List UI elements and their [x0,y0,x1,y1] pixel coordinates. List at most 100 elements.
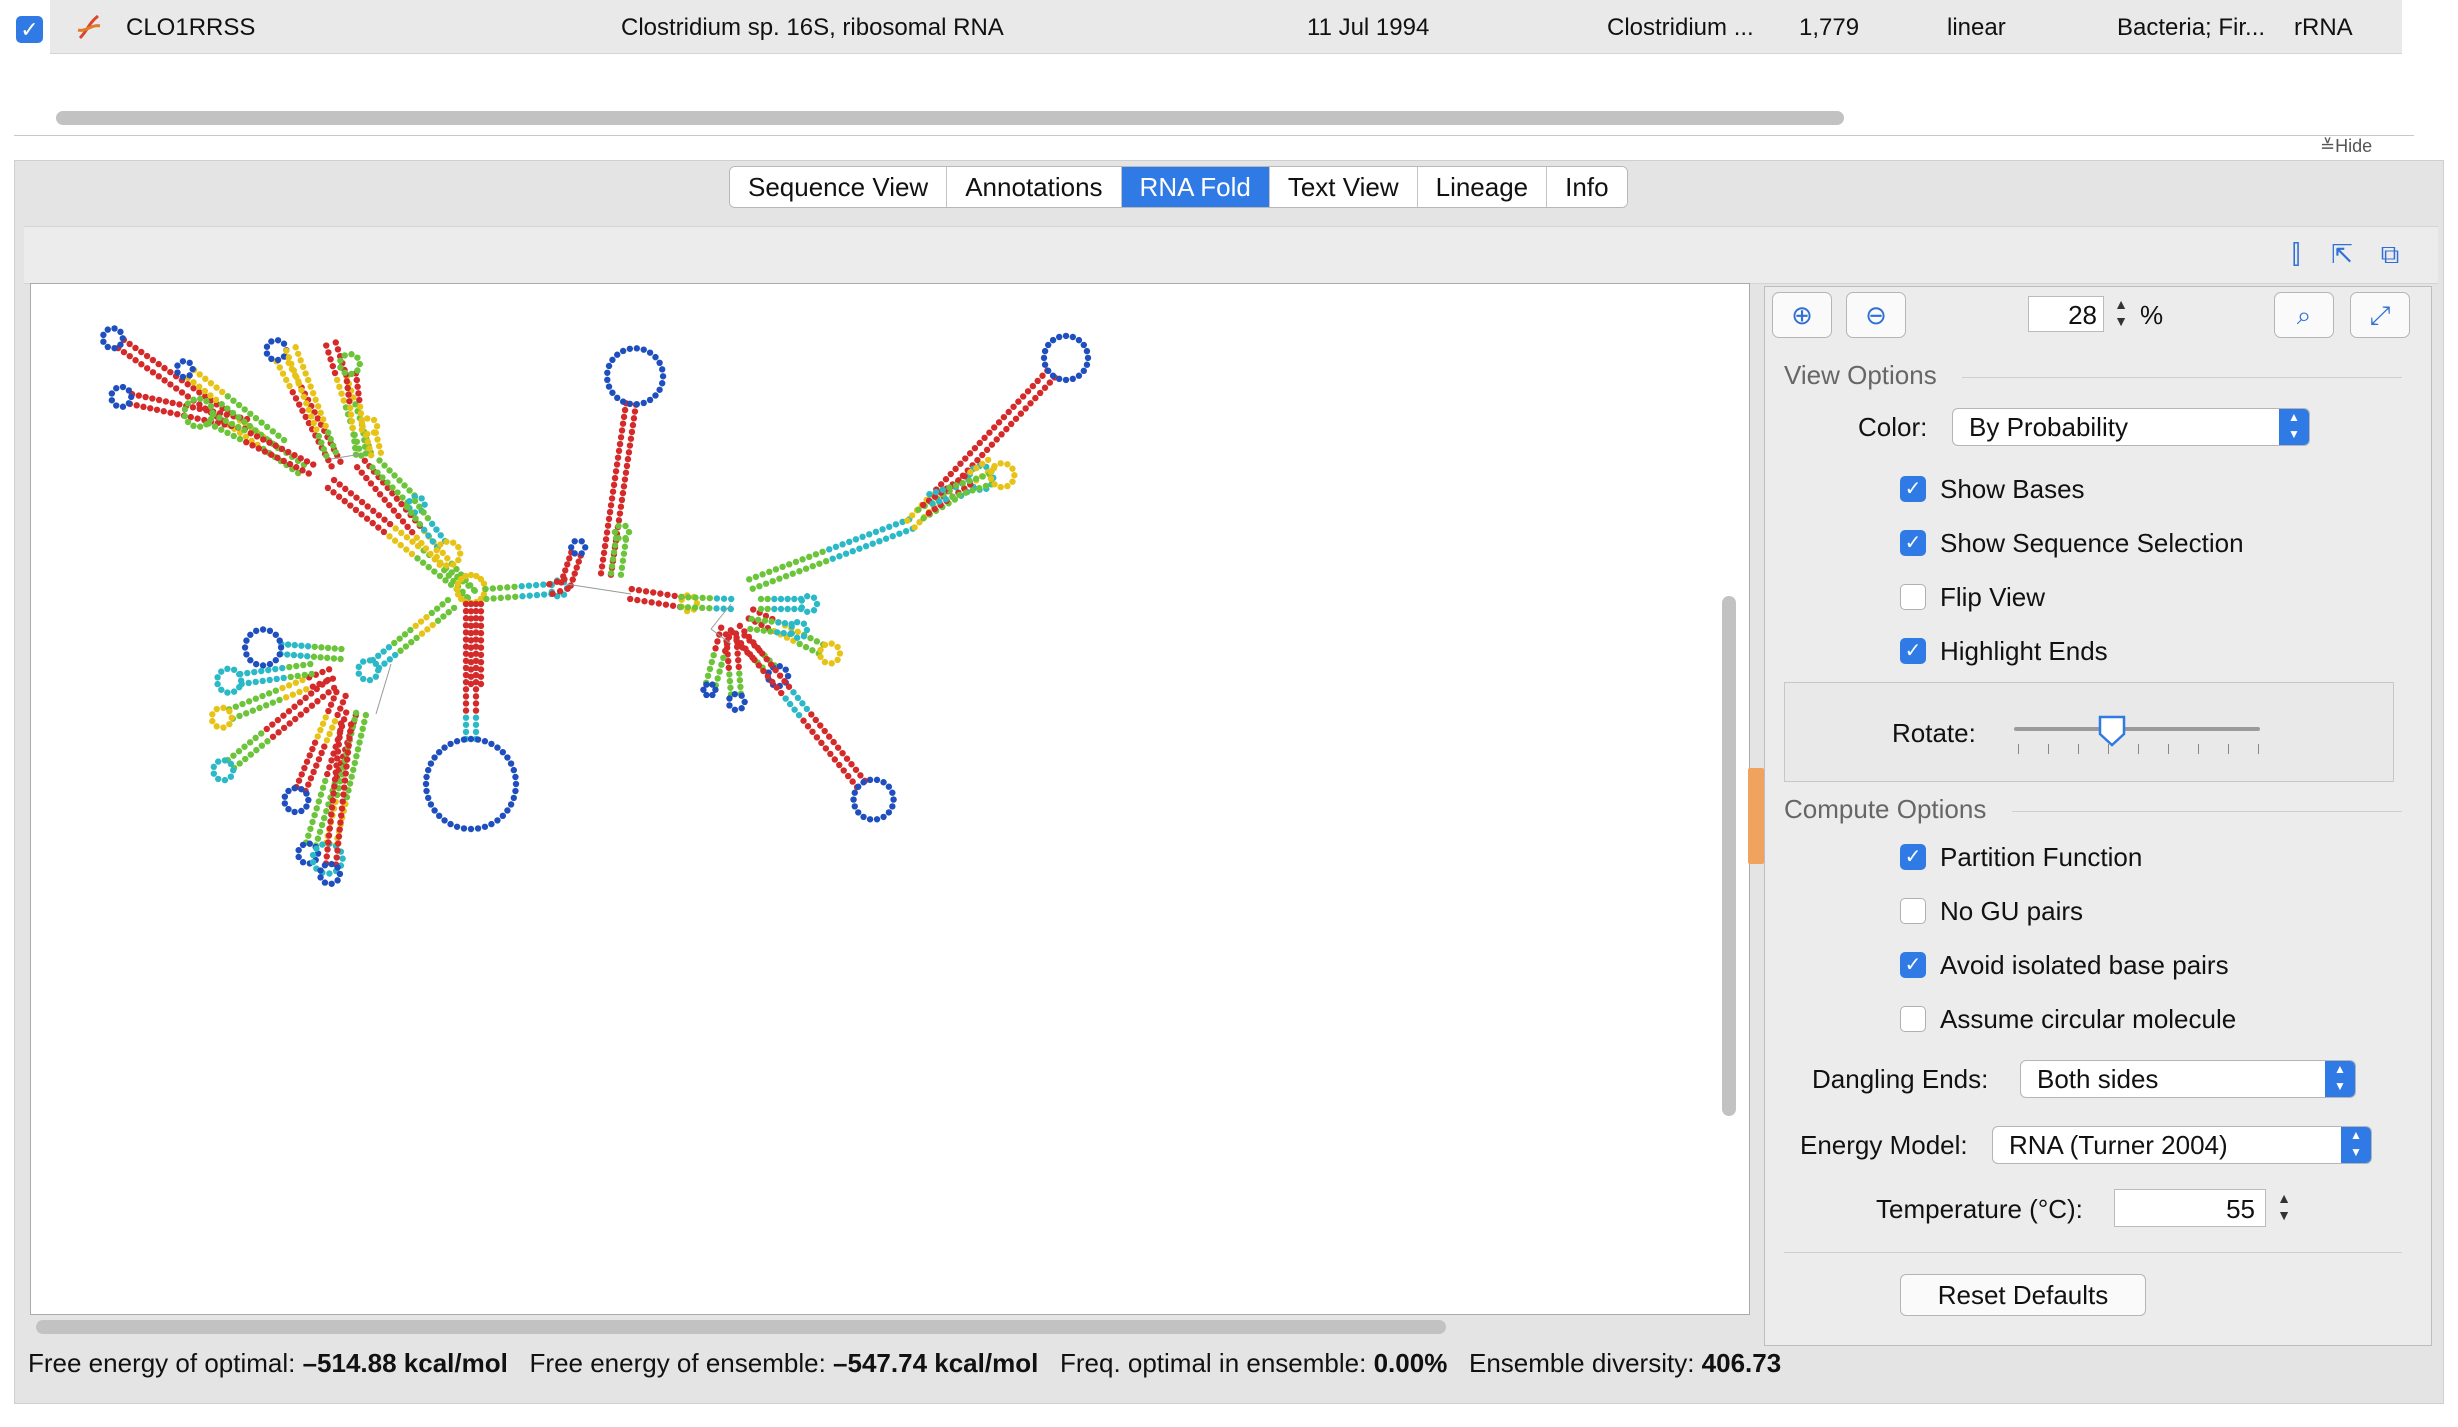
tab-info[interactable]: Info [1547,167,1627,207]
base-dot [235,401,243,409]
base-dot [423,614,430,621]
tab-lineage[interactable]: Lineage [1417,167,1548,207]
tab-annotations[interactable]: Annotations [947,167,1122,207]
base-dot [614,351,621,358]
record-lineage: Bacteria; Fir... [2117,14,2266,41]
base-dot [228,714,235,721]
base-dot [882,535,890,542]
base-dot [299,841,307,849]
optimal-energy-value: –514.88 kcal/mol [302,1348,508,1378]
base-dot [386,467,393,474]
base-dot [155,396,163,404]
split-view-icon[interactable]: ⫿ [2282,240,2310,268]
base-dot [1012,415,1020,422]
base-dot [1010,403,1017,410]
base-dot [347,502,354,509]
base-dot [966,477,973,485]
chevron-updown-icon: ▲ ▼ [2279,409,2309,445]
base-dot [494,744,501,751]
hide-button[interactable]: ≚Hide [2320,136,2372,157]
panel-divider-handle[interactable] [1748,768,1764,864]
base-dot [132,344,139,352]
tab-text-view[interactable]: Text View [1269,167,1418,207]
base-dot [1041,347,1049,355]
base-dot [241,426,248,434]
temperature-field[interactable]: 55 [2114,1189,2266,1227]
base-dot [603,529,611,536]
base-dot [264,738,271,745]
tab-rna-fold[interactable]: RNA Fold [1121,167,1270,207]
fit-to-window-button[interactable]: ⤢ [2350,292,2410,338]
base-dot [138,348,145,356]
optimal-energy-label: Free energy of optimal: [28,1348,296,1378]
base-dot [846,538,853,546]
base-dot [713,605,720,612]
base-dot [184,381,191,388]
base-dot [269,428,277,435]
canvas-vertical-scrollbar[interactable] [1722,596,1736,1116]
base-dot [372,673,380,680]
base-dot [245,679,252,687]
partition-function-checkbox[interactable]: ✓ [1900,844,1926,870]
base-dot [822,557,830,565]
row-checkbox[interactable]: ✓ [16,16,43,43]
document-row[interactable]: CLO1RRSS Clostridium sp. 16S, ribosomal … [50,0,2402,54]
base-dot [1036,389,1044,397]
zoom-field[interactable]: 28 [2028,296,2104,332]
show-selection-checkbox[interactable]: ✓ [1900,530,1926,556]
base-dot [472,721,480,728]
base-dot [628,585,635,593]
dangling-ends-select[interactable]: Both sides ▲ ▼ [2020,1060,2356,1098]
zoom-in-button[interactable]: ⊕ [1772,292,1832,338]
base-dot [997,460,1004,467]
base-dot [788,623,795,630]
base-dot [272,657,279,664]
no-gu-pairs-checkbox[interactable] [1900,898,1926,924]
base-dot [370,507,377,515]
list-horizontal-scrollbar[interactable] [56,111,1844,125]
color-select[interactable]: By Probability ▲ ▼ [1952,408,2310,446]
base-dot [790,689,797,696]
base-dot [312,396,319,403]
base-dot [213,384,220,391]
rotate-slider-knob[interactable] [2097,714,2127,748]
reset-defaults-button[interactable]: Reset Defaults [1900,1274,2146,1316]
temperature-stepper[interactable]: ▲ ▼ [2274,1190,2294,1228]
base-dot [575,558,582,565]
base-dot [472,686,480,693]
show-bases-checkbox[interactable]: ✓ [1900,476,1926,502]
highlight-ends-checkbox[interactable]: ✓ [1900,638,1926,664]
base-dot [1045,367,1052,375]
energy-model-select[interactable]: RNA (Turner 2004) ▲ ▼ [1992,1126,2372,1164]
zoom-stepper[interactable]: ▲ ▼ [2110,296,2132,334]
base-dot [615,522,622,530]
energy-model-value: RNA (Turner 2004) [2009,1130,2228,1160]
rotate-slider-track[interactable] [2014,727,2260,731]
zoom-out-button[interactable]: ⊖ [1846,292,1906,338]
base-dot [911,524,918,531]
base-dot [834,643,841,651]
base-dot [328,804,336,811]
zoom-to-selection-button[interactable]: ⌕ [2274,292,2334,338]
base-dot [418,495,425,502]
circular-molecule-checkbox[interactable] [1900,1006,1926,1032]
collapse-icon[interactable]: ⇱ [2328,240,2356,268]
float-window-icon[interactable]: ⧉ [2376,240,2404,268]
base-dot [540,581,547,588]
base-dot [397,647,404,654]
base-dot [418,539,425,547]
base-dot [425,563,432,571]
base-dot [359,658,367,665]
avoid-isolated-checkbox[interactable]: ✓ [1900,952,1926,978]
base-dot [174,362,181,369]
base-dot [313,762,320,769]
base-dot [340,791,347,798]
base-dot [571,570,578,577]
rna-fold-canvas[interactable] [30,283,1750,1315]
base-dot [904,517,911,524]
base-dot [235,414,242,421]
flip-view-checkbox[interactable] [1900,584,1926,610]
canvas-horizontal-scrollbar[interactable] [36,1320,1446,1334]
base-dot [120,348,128,356]
tab-sequence-view[interactable]: Sequence View [730,167,948,207]
